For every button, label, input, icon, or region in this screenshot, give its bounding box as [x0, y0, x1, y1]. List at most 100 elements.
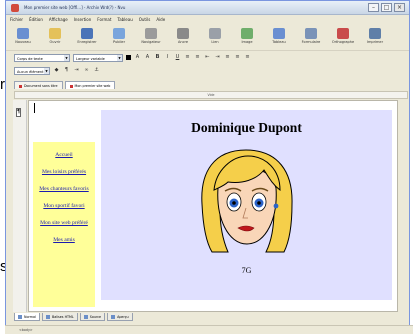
font-larger-button[interactable]: A [144, 54, 151, 61]
toolbar-label: Imprimer [366, 40, 384, 44]
toolbar-button-3[interactable]: Publier [106, 26, 132, 44]
menu-table[interactable]: Tableau [117, 15, 132, 25]
indent-button[interactable]: ⇥ [214, 54, 221, 61]
menu-view[interactable]: Affichage [49, 15, 68, 25]
document-icon [69, 84, 73, 88]
align-right-button[interactable]: ≡ [244, 54, 251, 61]
toolbar-label: Formulaire [301, 40, 321, 44]
table-icon [273, 28, 285, 39]
toolbar-label: Navigateur [141, 40, 161, 44]
publish-icon [113, 28, 125, 39]
toolbar-label: Ouvrir [49, 40, 61, 44]
menu-tools[interactable]: Outils [139, 15, 151, 25]
nav-link-website[interactable]: Mon site web préféré [40, 220, 88, 226]
outdent-button[interactable]: ⇤ [204, 54, 211, 61]
bullet-list-button[interactable]: ≡ [184, 54, 191, 61]
numbered-list-button[interactable]: ≡ [194, 54, 201, 61]
menu-format[interactable]: Format [97, 15, 111, 25]
portrait-image[interactable] [194, 146, 299, 261]
italic-button[interactable]: I [164, 54, 171, 61]
nav-link-friends[interactable]: Mes amis [53, 237, 75, 243]
paragraph-marker-icon: ¶ [16, 108, 21, 117]
style-button[interactable]: ◆ [53, 67, 60, 74]
nav-link-singers[interactable]: Mes chanteurs favoris [39, 186, 88, 192]
document-tabs: Document sans titre Mon premier site web [14, 81, 408, 89]
font-smaller-button[interactable]: A [134, 54, 141, 61]
link-button[interactable]: ∞ [83, 67, 90, 74]
form-icon [305, 28, 317, 39]
browser-icon [145, 28, 157, 39]
toolbar-button-7[interactable]: Image [234, 26, 260, 44]
toolbar-button-4[interactable]: Navigateur [138, 26, 164, 44]
toolbar-label: Tableau [272, 40, 286, 44]
page-navigation: Accueil Mes loisirs préférés Mes chanteu… [33, 142, 95, 307]
nav-link-home[interactable]: Accueil [55, 152, 72, 158]
source-view-icon [83, 314, 88, 319]
toolbar-button-2[interactable]: Enregistrer [74, 26, 100, 44]
nav-link-hobbies[interactable]: Mes loisirs préférés [42, 169, 86, 175]
ruler: Vide [14, 91, 408, 99]
underline-button[interactable]: U [174, 54, 181, 61]
nav-link-athlete[interactable]: Mon sportif favori [43, 203, 84, 209]
paragraph-button[interactable]: ¶ [63, 67, 70, 74]
toolbar-label: Publier [112, 40, 126, 44]
menu-bar: Fichier Édition Affichage Insertion Form… [6, 15, 409, 25]
chevron-down-icon: ▼ [64, 54, 69, 61]
format-toolbar-2: Aucun élément ▼ ◆ ¶ ⇥ ∞ ⚓ [6, 65, 409, 76]
menu-file[interactable]: Fichier [10, 15, 23, 25]
menu-insert[interactable]: Insertion [74, 15, 92, 25]
menu-help[interactable]: Aide [156, 15, 165, 25]
toolbar-button-10[interactable]: Orthographe [330, 26, 356, 44]
minimize-button[interactable]: – [368, 3, 379, 12]
indent-more-button[interactable]: ⇥ [73, 67, 80, 74]
doc-tab-untitled[interactable]: Document sans titre [14, 81, 63, 89]
toolbar-label: Lien [211, 40, 219, 44]
page-content: Dominique Dupont 7G [101, 110, 392, 300]
anchor-icon [177, 28, 189, 39]
toolbar-button-9[interactable]: Formulaire [298, 26, 324, 44]
spellcheck-icon [337, 28, 349, 39]
link-icon [209, 28, 221, 39]
toolbar-button-1[interactable]: Ouvrir [42, 26, 68, 44]
toolbar-button-0[interactable]: Nouveau [10, 26, 36, 44]
app-icon [11, 4, 19, 12]
maximize-button[interactable]: □ [381, 3, 392, 12]
chevron-down-icon: ▼ [117, 54, 122, 61]
toolbar-label: Enregistrer [77, 40, 97, 44]
bold-button[interactable]: B [154, 54, 161, 61]
tab-html-tags[interactable]: Balises HTML [41, 313, 78, 321]
align-center-button[interactable]: ≡ [234, 54, 241, 61]
tab-source[interactable]: Source [79, 313, 106, 321]
toolbar-button-8[interactable]: Tableau [266, 26, 292, 44]
toolbar-button-6[interactable]: Lien [202, 26, 228, 44]
menu-edit[interactable]: Édition [29, 15, 43, 25]
doc-tab-site[interactable]: Mon premier site web [64, 81, 116, 89]
page-title: Dominique Dupont [191, 120, 302, 135]
document-icon [19, 84, 22, 88]
open-folder-icon [49, 28, 61, 39]
tab-preview[interactable]: Aperçu [107, 313, 133, 321]
font-select[interactable]: Largeur variable ▼ [73, 53, 123, 62]
format-toolbar: Corps de texte ▼ Largeur variable ▼ A A B … [6, 52, 409, 63]
status-bar: <body> [5, 325, 413, 334]
status-text: <body> [19, 328, 33, 332]
normal-view-icon [18, 314, 22, 319]
vertical-ruler: ¶ [13, 100, 27, 312]
image-icon [241, 28, 253, 39]
tab-normal[interactable]: Normal [14, 313, 40, 321]
class-select[interactable]: Aucun élément ▼ [14, 66, 50, 75]
toolbar-button-5[interactable]: Ancre [170, 26, 196, 44]
toolbar-label: Ancre [177, 40, 189, 44]
earring-icon [273, 203, 279, 209]
text-color-button[interactable] [126, 55, 131, 60]
chevron-down-icon: ▼ [44, 67, 49, 74]
toolbar-label: Image [241, 40, 253, 44]
anchor-button[interactable]: ⚓ [93, 67, 100, 74]
align-left-button[interactable]: ≡ [224, 54, 231, 61]
toolbar-label: Orthographe [331, 40, 355, 44]
class-label: 7G [241, 266, 252, 275]
toolbar-button-11[interactable]: Imprimer [362, 26, 388, 44]
paragraph-style-select[interactable]: Corps de texte ▼ [14, 53, 70, 62]
text-cursor [34, 103, 35, 113]
close-button[interactable]: × [394, 3, 405, 12]
